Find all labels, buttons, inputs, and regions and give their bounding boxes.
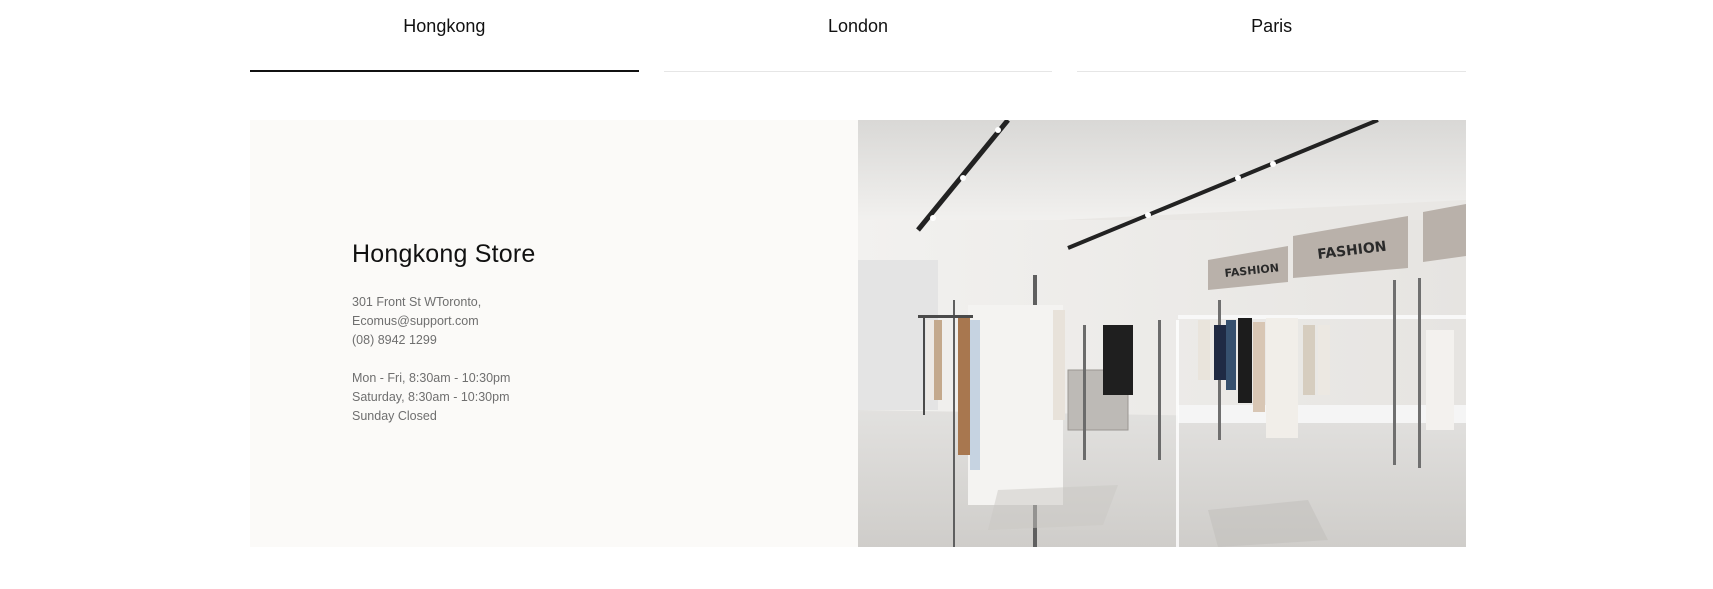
store-panel: Hongkong Store 301 Front St WToronto, Ec… xyxy=(250,120,1466,547)
store-hours-sunday: Sunday Closed xyxy=(352,409,437,423)
store-hours-saturday: Saturday, 8:30am - 10:30pm xyxy=(352,390,510,404)
store-address: 301 Front St WToronto, xyxy=(352,295,482,309)
store-info: Hongkong Store 301 Front St WToronto, Ec… xyxy=(250,120,858,547)
store-hours-weekday: Mon - Fri, 8:30am - 10:30pm xyxy=(352,371,511,385)
tab-label: Paris xyxy=(1251,16,1293,36)
location-tabs: Hongkong London Paris xyxy=(250,0,1467,72)
store-phone: (08) 8942 1299 xyxy=(352,333,437,347)
tab-label: Hongkong xyxy=(403,15,486,36)
store-image: FASHION FASHION xyxy=(858,120,1466,547)
store-email: Ecomus@support.com xyxy=(352,314,479,328)
store-title: Hongkong Store xyxy=(352,240,536,268)
tab-hongkong[interactable]: Hongkong xyxy=(250,0,639,72)
tab-paris[interactable]: Paris xyxy=(1077,0,1467,72)
tab-london[interactable]: London xyxy=(663,0,1053,72)
tab-label: London xyxy=(827,16,889,36)
